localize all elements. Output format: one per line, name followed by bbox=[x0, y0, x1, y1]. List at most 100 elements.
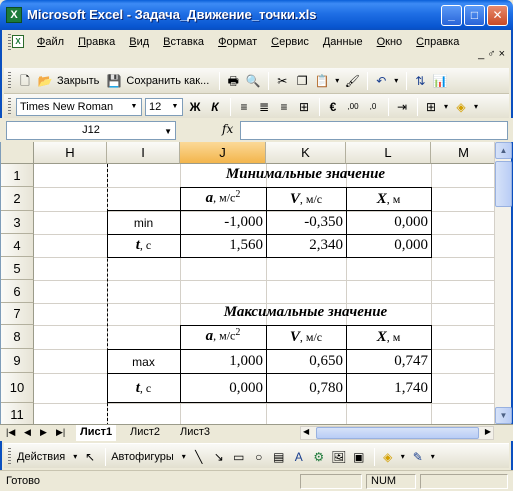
row4-label-time[interactable]: t, с bbox=[107, 237, 180, 254]
format-painter-icon[interactable]: 🖌 bbox=[343, 72, 361, 90]
copy-icon[interactable]: ❐ bbox=[293, 72, 311, 90]
merge-center-icon[interactable]: ⊞ bbox=[295, 98, 313, 116]
currency-button[interactable]: € bbox=[324, 98, 342, 116]
close-file-button[interactable]: Закрыть bbox=[57, 75, 99, 87]
menu-insert[interactable]: Вставка bbox=[156, 31, 211, 53]
table2-header-position[interactable]: X, м bbox=[346, 329, 431, 346]
menu-edit[interactable]: Правка bbox=[71, 31, 122, 53]
cut-icon[interactable]: ✂ bbox=[273, 72, 291, 90]
menu-help[interactable]: Справка bbox=[409, 31, 466, 53]
increase-decimal-icon[interactable]: ,00 bbox=[344, 98, 362, 116]
first-sheet-icon[interactable]: |◀ bbox=[6, 427, 15, 438]
row-header-7[interactable]: 7 bbox=[1, 303, 34, 325]
scroll-down-icon[interactable]: ▼ bbox=[495, 407, 512, 424]
undo-icon[interactable]: ↶ bbox=[372, 72, 390, 90]
align-right-icon[interactable]: ≡ bbox=[275, 98, 293, 116]
table1-header-acceleration[interactable]: a, м/с2 bbox=[180, 189, 266, 207]
clipart-icon[interactable]: 🖼 bbox=[330, 448, 348, 466]
row-header-2[interactable]: 2 bbox=[1, 187, 34, 211]
cell-j3[interactable]: -1,000 bbox=[180, 214, 263, 231]
toolbar-grip-icon[interactable] bbox=[8, 72, 11, 89]
autoshapes-dropdown-icon[interactable]: ▾ bbox=[180, 448, 188, 466]
prev-sheet-icon[interactable]: ◀ bbox=[24, 427, 31, 438]
diagram-icon[interactable]: ⚙ bbox=[310, 448, 328, 466]
column-header-h[interactable]: H bbox=[34, 142, 107, 164]
fill-color-dropdown-icon[interactable]: ▾ bbox=[472, 98, 480, 116]
oval-icon[interactable]: ○ bbox=[250, 448, 268, 466]
toolbar-grip-icon[interactable] bbox=[8, 448, 11, 465]
align-left-icon[interactable]: ≡ bbox=[235, 98, 253, 116]
chevron-down-icon[interactable]: ▼ bbox=[164, 123, 172, 140]
menu-view[interactable]: Вид bbox=[122, 31, 156, 53]
cell-j4[interactable]: 1,560 bbox=[180, 237, 263, 254]
next-sheet-icon[interactable]: ▶ bbox=[40, 427, 47, 438]
horizontal-scrollbar[interactable]: ◀ ▶ bbox=[300, 426, 494, 440]
bold-button[interactable]: Ж bbox=[186, 98, 204, 116]
column-header-m[interactable]: M bbox=[431, 142, 494, 164]
tab-sheet2[interactable]: Лист2 bbox=[126, 425, 164, 441]
open-folder-icon[interactable]: 📂 bbox=[36, 72, 54, 90]
new-document-icon[interactable]: 🗋 bbox=[16, 72, 34, 90]
table1-header-velocity[interactable]: V, м/с bbox=[266, 191, 346, 208]
sort-icon[interactable]: ⇅ bbox=[411, 72, 429, 90]
name-box[interactable]: J12 ▼ bbox=[6, 121, 176, 140]
menu-window[interactable]: Окно bbox=[370, 31, 410, 53]
row-header-10[interactable]: 10 bbox=[1, 373, 34, 403]
column-header-l[interactable]: L bbox=[346, 142, 431, 164]
arrow-icon[interactable]: ↘ bbox=[210, 448, 228, 466]
font-size-select[interactable]: 12 ▼ bbox=[145, 98, 183, 116]
workbook-icon[interactable]: X bbox=[12, 35, 24, 48]
actions-dropdown-icon[interactable]: ▾ bbox=[71, 448, 79, 466]
menu-data[interactable]: Данные bbox=[316, 31, 370, 53]
column-header-j[interactable]: J bbox=[180, 142, 266, 164]
fill-color-icon[interactable]: ◈ bbox=[379, 448, 397, 466]
italic-button[interactable]: К bbox=[206, 98, 224, 116]
chart-wizard-icon[interactable]: 📊 bbox=[431, 72, 449, 90]
font-name-select[interactable]: Times New Roman ▼ bbox=[16, 98, 142, 116]
scroll-right-icon[interactable]: ▶ bbox=[485, 427, 491, 436]
select-objects-icon[interactable]: ↖ bbox=[81, 448, 99, 466]
close-button[interactable]: ✕ bbox=[487, 5, 508, 26]
line-color-dropdown-icon[interactable]: ▾ bbox=[429, 448, 437, 466]
cell-j9[interactable]: 1,000 bbox=[180, 353, 263, 370]
cell-j10[interactable]: 0,000 bbox=[180, 380, 263, 397]
cell-k4[interactable]: 2,340 bbox=[266, 237, 343, 254]
row-header-8[interactable]: 8 bbox=[1, 325, 34, 349]
borders-dropdown-icon[interactable]: ▾ bbox=[442, 98, 450, 116]
row-header-3[interactable]: 3 bbox=[1, 211, 34, 234]
maximize-button[interactable]: □ bbox=[464, 5, 485, 26]
line-color-icon[interactable]: ✎ bbox=[409, 448, 427, 466]
cell-l9[interactable]: 0,747 bbox=[346, 353, 428, 370]
cell-k3[interactable]: -0,350 bbox=[266, 214, 343, 231]
scroll-up-icon[interactable]: ▲ bbox=[495, 142, 512, 159]
print-icon[interactable]: 🖶 bbox=[224, 72, 242, 90]
decrease-decimal-icon[interactable]: ,0 bbox=[364, 98, 382, 116]
menu-grip-icon[interactable] bbox=[8, 34, 11, 50]
row-header-9[interactable]: 9 bbox=[1, 349, 34, 373]
textbox-icon[interactable]: ▤ bbox=[270, 448, 288, 466]
menu-tools[interactable]: Сервис bbox=[264, 31, 316, 53]
menu-format[interactable]: Формат bbox=[211, 31, 264, 53]
autoshapes-button[interactable]: Автофигуры bbox=[111, 451, 174, 463]
insert-function-icon[interactable]: fx bbox=[222, 122, 233, 136]
cell-k9[interactable]: 0,650 bbox=[266, 353, 343, 370]
scroll-left-icon[interactable]: ◀ bbox=[303, 427, 309, 436]
chevron-down-icon[interactable]: ▼ bbox=[128, 100, 140, 114]
row10-label-time[interactable]: t, с bbox=[107, 380, 180, 397]
vertical-scrollbar[interactable]: ▲ ▼ bbox=[494, 142, 512, 424]
row-header-6[interactable]: 6 bbox=[1, 280, 34, 303]
align-center-icon[interactable]: ≣ bbox=[255, 98, 273, 116]
print-preview-icon[interactable]: 🔍 bbox=[244, 72, 262, 90]
row-header-4[interactable]: 4 bbox=[1, 234, 34, 257]
table1-header-position[interactable]: X, м bbox=[346, 191, 431, 208]
menu-file[interactable]: Файл bbox=[30, 31, 71, 53]
row-header-1[interactable]: 1 bbox=[1, 164, 34, 187]
minimize-button[interactable]: _ bbox=[441, 5, 462, 26]
mdi-controls[interactable]: _ ♂ × bbox=[478, 48, 505, 60]
cell-l10[interactable]: 1,740 bbox=[346, 380, 428, 397]
tab-sheet1[interactable]: Лист1 bbox=[76, 425, 117, 441]
row-header-5[interactable]: 5 bbox=[1, 257, 34, 280]
cell-l3[interactable]: 0,000 bbox=[346, 214, 428, 231]
last-sheet-icon[interactable]: ▶| bbox=[56, 427, 65, 438]
toolbar-grip-icon[interactable] bbox=[8, 98, 11, 115]
